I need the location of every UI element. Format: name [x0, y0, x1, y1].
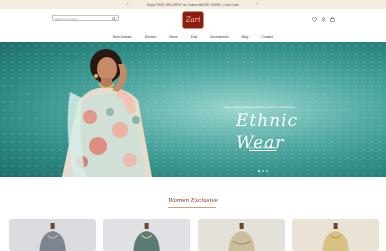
slider-dots [258, 170, 268, 172]
search-box [52, 15, 119, 21]
section-title: Women Exclusive [168, 198, 218, 204]
wishlist-icon[interactable] [312, 16, 317, 22]
nav-item-blog[interactable]: Blog [235, 35, 255, 39]
hero-title-line2: Wear [236, 133, 285, 153]
product-card[interactable] [9, 219, 97, 251]
product-image [103, 219, 191, 251]
explore-now-link[interactable]: EXPLORE NOW [249, 146, 276, 150]
nav-item-mens[interactable]: Mens [163, 35, 184, 39]
brand-logo[interactable]: Zari [182, 11, 204, 29]
announcement-bar: ‹ Enjoy FREE DELIVERY on Orders ABOVE ₹2… [0, 0, 386, 9]
search-input[interactable] [55, 16, 110, 21]
nav-item-kids[interactable]: Kids [184, 35, 204, 39]
nav-item-contact[interactable]: Contact [255, 35, 280, 39]
header-icons [312, 16, 335, 22]
hero-pattern [0, 42, 386, 177]
product-grid [9, 219, 379, 251]
product-image [9, 219, 97, 251]
product-card[interactable] [197, 219, 285, 251]
hero-banner: Light, elegant styles crafted for modern… [0, 42, 386, 177]
announcement-text: Enjoy FREE DELIVERY on Orders ABOVE ₹299… [146, 2, 240, 7]
chevron-left-icon[interactable]: ‹ [127, 1, 129, 8]
nav-item-women[interactable]: Women [138, 35, 163, 39]
cart-icon[interactable] [330, 16, 335, 22]
account-icon[interactable] [321, 16, 326, 22]
product-card[interactable] [103, 219, 191, 251]
nav-item-new-arrivals[interactable]: New Arrivals [106, 35, 138, 39]
main-nav: New Arrivals Women Mens Kids Accessories… [0, 31, 386, 42]
slider-dot[interactable] [258, 170, 260, 172]
chevron-right-icon[interactable]: › [256, 1, 258, 8]
slider-dot[interactable] [262, 170, 264, 172]
product-image [197, 219, 285, 251]
product-image [291, 219, 379, 251]
nav-item-accessories[interactable]: Accessories [204, 35, 235, 39]
hero-title-line1: Ethnic [236, 111, 299, 131]
product-card[interactable] [291, 219, 379, 251]
slider-dot[interactable] [266, 170, 268, 172]
section-divider [168, 207, 216, 208]
search-icon[interactable] [112, 16, 116, 21]
logo-text: Zari [185, 16, 201, 24]
site-header: Zari [0, 9, 386, 31]
hero-model-image [62, 49, 152, 177]
hero-tagline: Light, elegant styles crafted for modern… [224, 105, 296, 109]
